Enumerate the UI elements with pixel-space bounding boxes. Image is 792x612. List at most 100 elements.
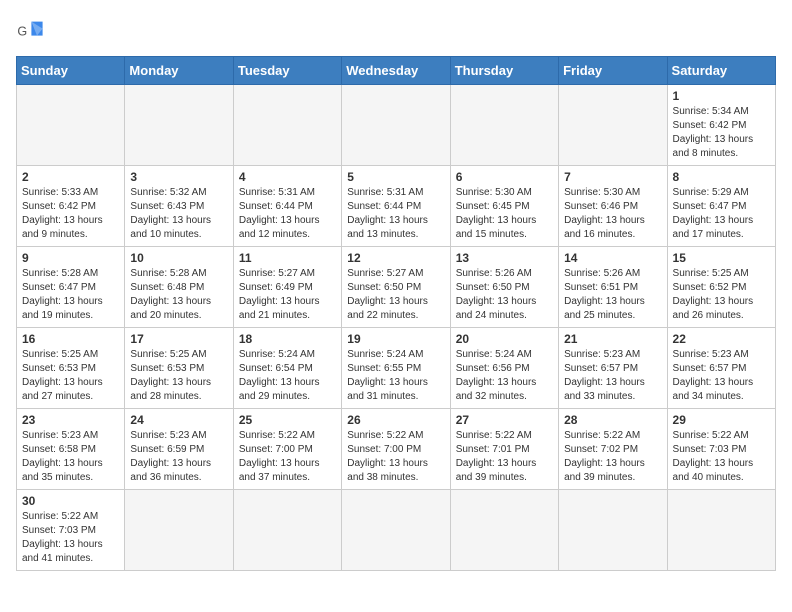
- calendar-day-cell: 6 Sunrise: 5:30 AM Sunset: 6:45 PM Daylig…: [450, 166, 558, 247]
- day-number: 7: [564, 170, 661, 184]
- calendar-day-cell: 24Sunrise: 5:23 AM Sunset: 6:59 PM Dayli…: [125, 409, 233, 490]
- weekday-header: Saturday: [667, 57, 775, 85]
- calendar-day-cell: 21 Sunrise: 5:23 AM Sunset: 6:57 PM Dayli…: [559, 328, 667, 409]
- day-number: 6: [456, 170, 553, 184]
- day-number: 19: [347, 332, 444, 346]
- weekday-header: Thursday: [450, 57, 558, 85]
- calendar-day-cell: 9 Sunrise: 5:28 AM Sunset: 6:47 PM Daylig…: [17, 247, 125, 328]
- day-number: 17: [130, 332, 227, 346]
- day-number: 21: [564, 332, 661, 346]
- weekday-header-row: SundayMondayTuesdayWednesdayThursdayFrid…: [17, 57, 776, 85]
- day-number: 10: [130, 251, 227, 265]
- day-number: 14: [564, 251, 661, 265]
- day-info: Sunrise: 5:24 AM Sunset: 6:56 PM Dayligh…: [456, 348, 553, 404]
- day-info: Sunrise: 5:30 AM Sunset: 6:46 PM Dayligh…: [564, 186, 661, 242]
- calendar-day-cell: 5 Sunrise: 5:31 AM Sunset: 6:44 PM Daylig…: [342, 166, 450, 247]
- calendar-day-cell: 10 Sunrise: 5:28 AM Sunset: 6:48 PM Dayli…: [125, 247, 233, 328]
- day-info: Sunrise: 5:24 AM Sunset: 6:55 PM Dayligh…: [347, 348, 444, 404]
- day-info: Sunrise: 5:25 AM Sunset: 6:53 PM Dayligh…: [130, 348, 227, 404]
- calendar-day-cell: 23Sunrise: 5:23 AM Sunset: 6:58 PM Dayli…: [17, 409, 125, 490]
- day-info: Sunrise: 5:30 AM Sunset: 6:45 PM Dayligh…: [456, 186, 553, 242]
- calendar-day-cell: [233, 490, 341, 571]
- day-number: 18: [239, 332, 336, 346]
- calendar-day-cell: 16 Sunrise: 5:25 AM Sunset: 6:53 PM Dayli…: [17, 328, 125, 409]
- svg-text:G: G: [17, 25, 27, 39]
- day-number: 22: [673, 332, 770, 346]
- calendar-day-cell: 3 Sunrise: 5:32 AM Sunset: 6:43 PM Daylig…: [125, 166, 233, 247]
- logo: G: [16, 16, 48, 44]
- day-info: Sunrise: 5:28 AM Sunset: 6:48 PM Dayligh…: [130, 267, 227, 323]
- day-number: 2: [22, 170, 119, 184]
- day-number: 28: [564, 413, 661, 427]
- day-number: 15: [673, 251, 770, 265]
- calendar-day-cell: 19 Sunrise: 5:24 AM Sunset: 6:55 PM Dayli…: [342, 328, 450, 409]
- day-info: Sunrise: 5:32 AM Sunset: 6:43 PM Dayligh…: [130, 186, 227, 242]
- day-info: Sunrise: 5:25 AM Sunset: 6:53 PM Dayligh…: [22, 348, 119, 404]
- calendar-week-row: 9 Sunrise: 5:28 AM Sunset: 6:47 PM Daylig…: [17, 247, 776, 328]
- day-info: Sunrise: 5:24 AM Sunset: 6:54 PM Dayligh…: [239, 348, 336, 404]
- day-info: Sunrise: 5:29 AM Sunset: 6:47 PM Dayligh…: [673, 186, 770, 242]
- day-number: 9: [22, 251, 119, 265]
- weekday-header: Wednesday: [342, 57, 450, 85]
- day-info: Sunrise: 5:22 AM Sunset: 7:02 PM Dayligh…: [564, 429, 661, 485]
- calendar-day-cell: [125, 490, 233, 571]
- calendar-day-cell: [233, 85, 341, 166]
- day-number: 5: [347, 170, 444, 184]
- day-number: 1: [673, 89, 770, 103]
- calendar-day-cell: 27 Sunrise: 5:22 AM Sunset: 7:01 PM Dayli…: [450, 409, 558, 490]
- calendar-day-cell: 11Sunrise: 5:27 AM Sunset: 6:49 PM Dayli…: [233, 247, 341, 328]
- calendar-day-cell: 12Sunrise: 5:27 AM Sunset: 6:50 PM Dayli…: [342, 247, 450, 328]
- weekday-header: Sunday: [17, 57, 125, 85]
- day-info: Sunrise: 5:27 AM Sunset: 6:49 PM Dayligh…: [239, 267, 336, 323]
- day-info: Sunrise: 5:25 AM Sunset: 6:52 PM Dayligh…: [673, 267, 770, 323]
- calendar-day-cell: [450, 85, 558, 166]
- day-number: 16: [22, 332, 119, 346]
- calendar-week-row: 1 Sunrise: 5:34 AM Sunset: 6:42 PM Daylig…: [17, 85, 776, 166]
- day-info: Sunrise: 5:23 AM Sunset: 6:57 PM Dayligh…: [673, 348, 770, 404]
- day-info: Sunrise: 5:22 AM Sunset: 7:01 PM Dayligh…: [456, 429, 553, 485]
- weekday-header: Friday: [559, 57, 667, 85]
- calendar-day-cell: 30Sunrise: 5:22 AM Sunset: 7:03 PM Dayli…: [17, 490, 125, 571]
- day-number: 30: [22, 494, 119, 508]
- calendar-day-cell: 2 Sunrise: 5:33 AM Sunset: 6:42 PM Daylig…: [17, 166, 125, 247]
- calendar-day-cell: [17, 85, 125, 166]
- day-info: Sunrise: 5:28 AM Sunset: 6:47 PM Dayligh…: [22, 267, 119, 323]
- page-header: G: [16, 16, 776, 44]
- day-number: 4: [239, 170, 336, 184]
- day-info: Sunrise: 5:22 AM Sunset: 7:03 PM Dayligh…: [673, 429, 770, 485]
- day-info: Sunrise: 5:31 AM Sunset: 6:44 PM Dayligh…: [239, 186, 336, 242]
- calendar-day-cell: 8 Sunrise: 5:29 AM Sunset: 6:47 PM Daylig…: [667, 166, 775, 247]
- calendar-day-cell: 20Sunrise: 5:24 AM Sunset: 6:56 PM Dayli…: [450, 328, 558, 409]
- weekday-header: Tuesday: [233, 57, 341, 85]
- calendar-day-cell: 22 Sunrise: 5:23 AM Sunset: 6:57 PM Dayli…: [667, 328, 775, 409]
- day-info: Sunrise: 5:31 AM Sunset: 6:44 PM Dayligh…: [347, 186, 444, 242]
- weekday-header: Monday: [125, 57, 233, 85]
- calendar-week-row: 2 Sunrise: 5:33 AM Sunset: 6:42 PM Daylig…: [17, 166, 776, 247]
- calendar-day-cell: 1 Sunrise: 5:34 AM Sunset: 6:42 PM Daylig…: [667, 85, 775, 166]
- day-number: 29: [673, 413, 770, 427]
- day-number: 25: [239, 413, 336, 427]
- day-number: 8: [673, 170, 770, 184]
- calendar-week-row: 16 Sunrise: 5:25 AM Sunset: 6:53 PM Dayli…: [17, 328, 776, 409]
- day-info: Sunrise: 5:22 AM Sunset: 7:00 PM Dayligh…: [347, 429, 444, 485]
- calendar-day-cell: 28 Sunrise: 5:22 AM Sunset: 7:02 PM Dayli…: [559, 409, 667, 490]
- calendar-day-cell: 4 Sunrise: 5:31 AM Sunset: 6:44 PM Daylig…: [233, 166, 341, 247]
- calendar-day-cell: [125, 85, 233, 166]
- day-info: Sunrise: 5:34 AM Sunset: 6:42 PM Dayligh…: [673, 105, 770, 161]
- day-info: Sunrise: 5:23 AM Sunset: 6:57 PM Dayligh…: [564, 348, 661, 404]
- day-info: Sunrise: 5:22 AM Sunset: 7:00 PM Dayligh…: [239, 429, 336, 485]
- calendar-day-cell: 13Sunrise: 5:26 AM Sunset: 6:50 PM Dayli…: [450, 247, 558, 328]
- calendar-day-cell: 25 Sunrise: 5:22 AM Sunset: 7:00 PM Dayli…: [233, 409, 341, 490]
- calendar: SundayMondayTuesdayWednesdayThursdayFrid…: [16, 56, 776, 571]
- calendar-day-cell: [559, 85, 667, 166]
- calendar-day-cell: 7 Sunrise: 5:30 AM Sunset: 6:46 PM Daylig…: [559, 166, 667, 247]
- day-number: 3: [130, 170, 227, 184]
- day-info: Sunrise: 5:23 AM Sunset: 6:59 PM Dayligh…: [130, 429, 227, 485]
- day-info: Sunrise: 5:27 AM Sunset: 6:50 PM Dayligh…: [347, 267, 444, 323]
- calendar-week-row: 23Sunrise: 5:23 AM Sunset: 6:58 PM Dayli…: [17, 409, 776, 490]
- calendar-week-row: 30Sunrise: 5:22 AM Sunset: 7:03 PM Dayli…: [17, 490, 776, 571]
- calendar-day-cell: 26Sunrise: 5:22 AM Sunset: 7:00 PM Dayli…: [342, 409, 450, 490]
- day-info: Sunrise: 5:33 AM Sunset: 6:42 PM Dayligh…: [22, 186, 119, 242]
- day-number: 13: [456, 251, 553, 265]
- day-number: 27: [456, 413, 553, 427]
